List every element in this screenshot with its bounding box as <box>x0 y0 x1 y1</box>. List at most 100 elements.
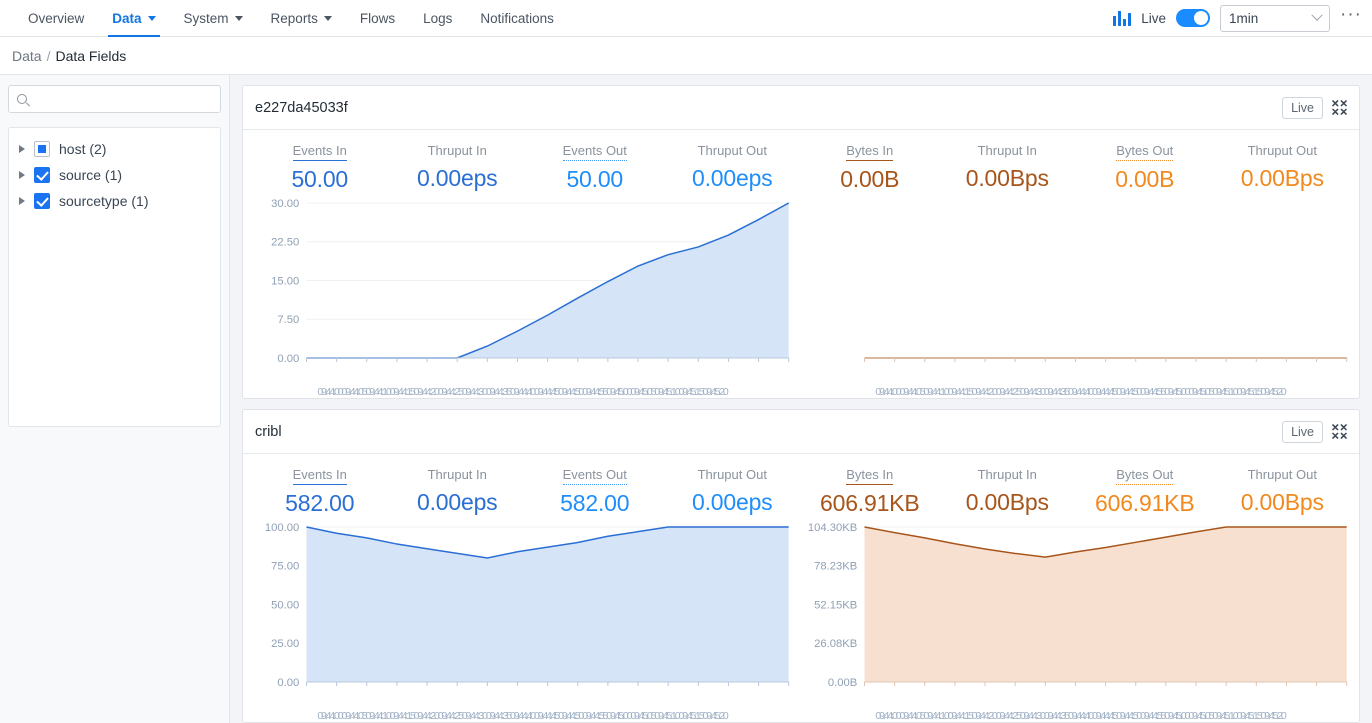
metric-thruput-in-eps: Thruput In 0.00eps <box>389 142 527 193</box>
metric-bytes-out: Bytes Out 606.91KB <box>1076 466 1214 517</box>
expand-icon[interactable] <box>1332 424 1347 439</box>
metric-value: 606.91KB <box>801 490 939 517</box>
live-bars-icon <box>1113 11 1131 26</box>
expand-triangle-icon[interactable] <box>19 171 25 179</box>
metric-label: Bytes In <box>846 143 893 161</box>
metric-label: Events In <box>293 143 347 161</box>
metric-value: 50.00 <box>251 166 389 193</box>
tree-item-label: host (2) <box>59 141 106 157</box>
metric-value: 0.00Bps <box>939 489 1077 516</box>
tree-item-checkbox[interactable] <box>34 193 50 209</box>
metric-thruput-in-eps: Thruput In 0.00eps <box>389 466 527 517</box>
metric-value: 0.00eps <box>389 489 527 516</box>
metrics-row: Events In 582.00 Thruput In 0.00eps Even… <box>243 454 1359 519</box>
metric-label: Thruput Out <box>698 467 767 484</box>
nav-item-label: Flows <box>360 11 395 26</box>
tree-item-checkbox[interactable] <box>34 141 50 157</box>
nav-item-logs[interactable]: Logs <box>409 0 466 36</box>
bytes-chart[interactable]: 0.00B26.08KB52.15KB78.23KB104.30KB 09:44… <box>801 519 1359 722</box>
metrics-row: Events In 50.00 Thruput In 0.00eps Event… <box>243 130 1359 195</box>
card-title: cribl <box>255 424 282 440</box>
metric-value: 0.00B <box>801 166 939 193</box>
nav-item-notifications[interactable]: Notifications <box>466 0 568 36</box>
svg-text:22.50: 22.50 <box>271 237 299 249</box>
search-box[interactable] <box>8 85 221 113</box>
time-range-select[interactable]: 1min <box>1220 5 1330 32</box>
metric-label: Bytes In <box>846 467 893 485</box>
card-live-button[interactable]: Live <box>1282 97 1323 119</box>
nav-item-label: System <box>184 11 229 26</box>
live-mode-toggle[interactable] <box>1176 9 1210 27</box>
card-live-button[interactable]: Live <box>1282 421 1323 443</box>
live-mode-label: Live <box>1141 11 1166 26</box>
top-bar-controls: Live 1min ··· <box>1113 0 1372 36</box>
x-axis-labels: 09:44:0009:44:0509:44:1009:44:1509:44:20… <box>801 386 1359 398</box>
overflow-menu-button[interactable]: ··· <box>1340 10 1362 26</box>
sidebar: host (2) source (1) sourcetype (1) <box>0 75 230 723</box>
nav-item-flows[interactable]: Flows <box>346 0 409 36</box>
metric-bytes-in: Bytes In 0.00B <box>801 142 939 193</box>
chevron-down-icon <box>1311 10 1322 21</box>
svg-text:52.15KB: 52.15KB <box>814 600 857 612</box>
card-title: e227da45033f <box>255 100 348 116</box>
svg-text:104.30KB: 104.30KB <box>808 522 857 534</box>
x-axis-labels: 09:44:0009:44:0509:44:1009:44:1509:44:20… <box>801 710 1359 722</box>
card-header: e227da45033f Live <box>243 86 1359 130</box>
expand-triangle-icon[interactable] <box>19 145 25 153</box>
metric-value: 0.00Bps <box>939 165 1077 192</box>
metrics-card: e227da45033f Live Events In 50.00 Thr <box>242 85 1360 399</box>
svg-text:25.00: 25.00 <box>271 638 299 650</box>
tree-item-label: sourcetype (1) <box>59 193 148 209</box>
metric-value: 582.00 <box>526 490 664 517</box>
svg-text:7.50: 7.50 <box>277 314 299 326</box>
nav-item-data[interactable]: Data <box>98 0 169 36</box>
metric-value: 0.00B <box>1076 166 1214 193</box>
events-chart[interactable]: 0.007.5015.0022.5030.00 09:44:0009:44:05… <box>243 195 801 398</box>
metric-bytes-out: Bytes Out 0.00B <box>1076 142 1214 193</box>
nav-item-label: Logs <box>423 11 452 26</box>
bytes-chart[interactable]: 09:44:0009:44:0509:44:1009:44:1509:44:20… <box>801 195 1359 398</box>
charts-row: 0.007.5015.0022.5030.00 09:44:0009:44:05… <box>243 195 1359 398</box>
tree-item-host[interactable]: host (2) <box>9 136 220 162</box>
metric-label: Bytes Out <box>1116 467 1173 485</box>
metric-label: Thruput In <box>978 143 1037 160</box>
expand-triangle-icon[interactable] <box>19 197 25 205</box>
tree-item-checkbox[interactable] <box>34 167 50 183</box>
metric-label: Thruput Out <box>698 143 767 160</box>
nav-item-label: Data <box>112 11 141 26</box>
events-chart[interactable]: 0.0025.0050.0075.00100.00 09:44:0009:44:… <box>243 519 801 722</box>
metric-bytes-in: Bytes In 606.91KB <box>801 466 939 517</box>
metric-label: Thruput Out <box>1248 143 1317 160</box>
main-content: e227da45033f Live Events In 50.00 Thr <box>230 75 1372 723</box>
nav-item-label: Reports <box>271 11 318 26</box>
breadcrumb-current: Data Fields <box>55 48 126 64</box>
tree-item-source[interactable]: source (1) <box>9 162 220 188</box>
tree-item-label: source (1) <box>59 167 122 183</box>
metric-thruput-out-eps: Thruput Out 0.00eps <box>664 466 802 517</box>
svg-text:0.00: 0.00 <box>277 353 299 365</box>
metric-label: Events Out <box>563 467 627 485</box>
breadcrumb-parent[interactable]: Data <box>12 48 42 64</box>
time-range-value: 1min <box>1229 11 1258 26</box>
expand-icon[interactable] <box>1332 100 1347 115</box>
metric-label: Thruput In <box>978 467 1037 484</box>
tree-item-sourcetype[interactable]: sourcetype (1) <box>9 188 220 214</box>
search-icon <box>17 94 27 104</box>
chevron-down-icon <box>324 16 332 21</box>
nav-item-overview[interactable]: Overview <box>14 0 98 36</box>
svg-text:50.00: 50.00 <box>271 600 299 612</box>
search-input[interactable] <box>33 92 212 107</box>
metric-value: 0.00eps <box>389 165 527 192</box>
nav-item-label: Notifications <box>480 11 554 26</box>
svg-text:15.00: 15.00 <box>271 276 299 288</box>
metric-label: Events Out <box>563 143 627 161</box>
metric-thruput-out-eps: Thruput Out 0.00eps <box>664 142 802 193</box>
nav-item-system[interactable]: System <box>170 0 257 36</box>
metric-label: Thruput In <box>428 467 487 484</box>
nav-item-reports[interactable]: Reports <box>257 0 346 36</box>
metric-value: 582.00 <box>251 490 389 517</box>
metric-thruput-out-bps: Thruput Out 0.00Bps <box>1214 142 1352 193</box>
metric-label: Events In <box>293 467 347 485</box>
metrics-card: cribl Live Events In 582.00 Thruput I <box>242 409 1360 723</box>
svg-text:0.00: 0.00 <box>277 677 299 689</box>
